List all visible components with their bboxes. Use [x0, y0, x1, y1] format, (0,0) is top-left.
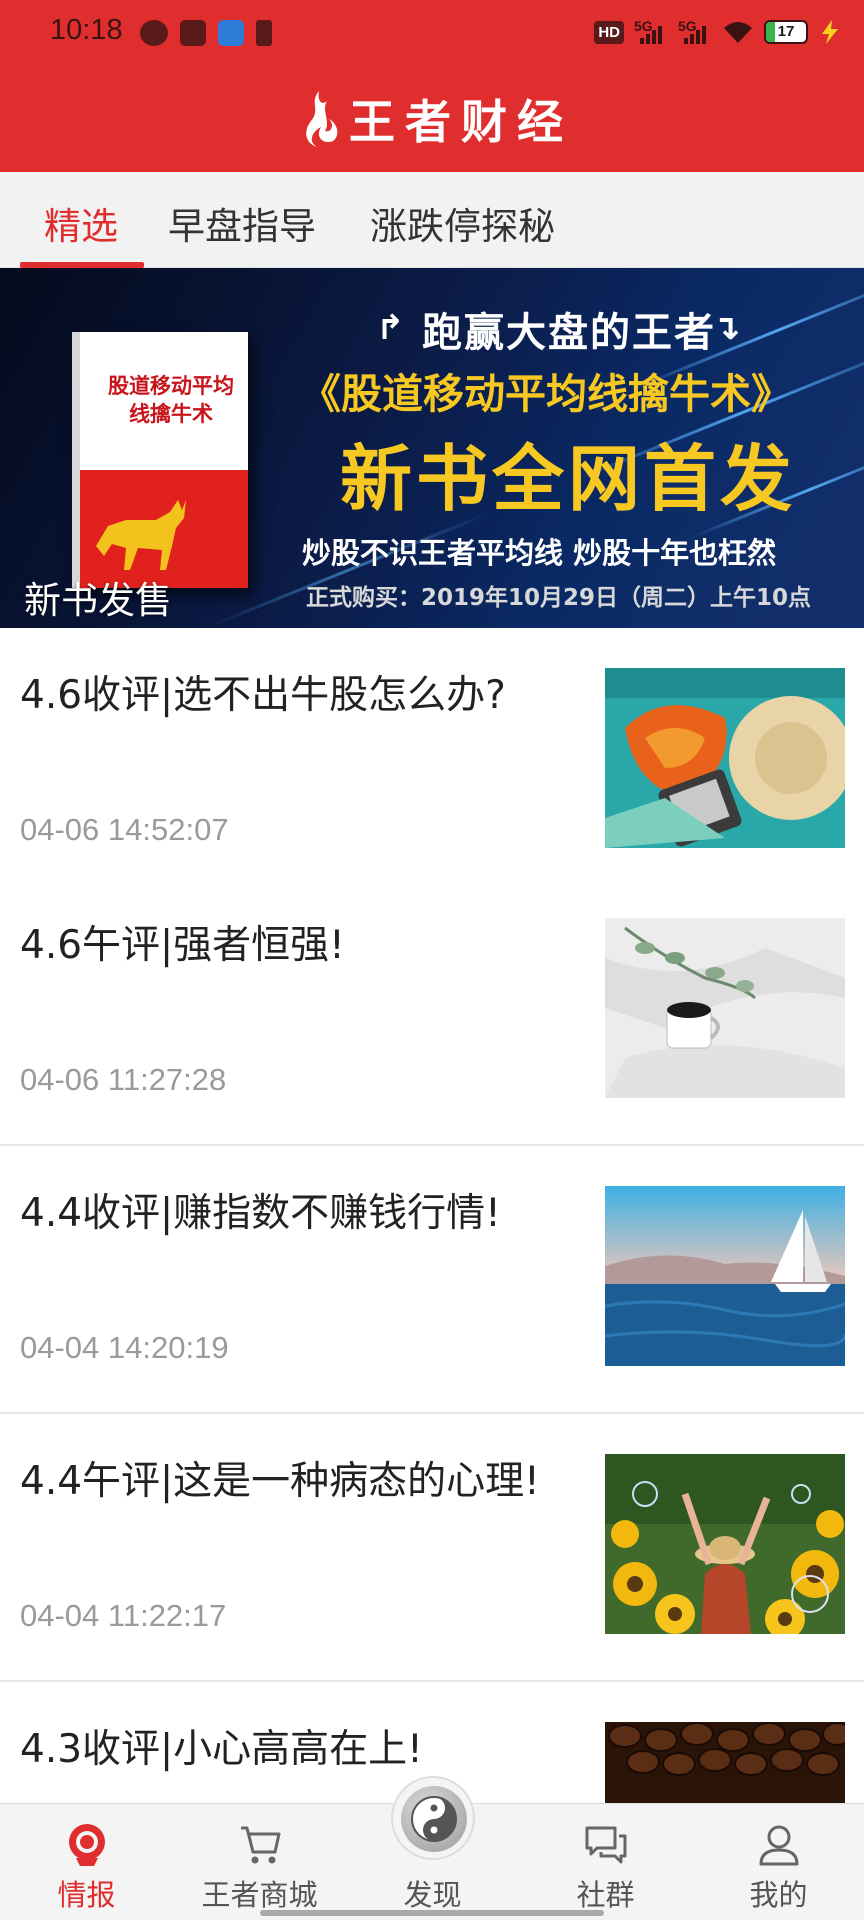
chat-icon — [585, 1826, 626, 1864]
nav-discover[interactable]: 发现 — [346, 1776, 519, 1920]
tab-featured[interactable]: 精选 — [44, 196, 118, 250]
wechat-icon — [140, 20, 168, 46]
battery-icon: 17 — [764, 20, 808, 44]
article-item[interactable]: 4.6收评|选不出牛股怎么办? 04-06 14:52:07 — [0, 628, 864, 896]
article-time: 04-06 14:52:07 — [20, 812, 229, 847]
nav-profile[interactable]: 我的 — [692, 1804, 864, 1920]
cart-icon — [240, 1826, 280, 1864]
article-time: 04-04 14:20:19 — [20, 1330, 229, 1365]
article-title: 4.6午评|强者恒强! — [20, 923, 345, 968]
bracket-left-icon: ↱ — [376, 308, 405, 348]
news-icon — [68, 1824, 105, 1866]
discover-button[interactable] — [390, 1776, 475, 1860]
article-title: 4.4午评|这是一种病态的心理! — [20, 1459, 540, 1504]
article-item[interactable]: 4.4午评|这是一种病态的心理! 04-04 11:22:17 — [0, 1414, 864, 1682]
banner-main-slogan: 新书全网首发 — [340, 437, 797, 521]
article-item[interactable]: 4.4收评|赚指数不赚钱行情! 04-04 14:20:19 — [0, 1146, 864, 1414]
beach-items-photo — [605, 668, 845, 848]
nav-label: 发现 — [403, 1878, 462, 1912]
bluetooth-app-icon — [218, 20, 244, 46]
category-tabs: 精选 早盘指导 涨跌停探秘 — [0, 172, 864, 268]
banner-headline: 跑赢大盘的王者 — [422, 310, 716, 356]
article-time: 04-04 11:22:17 — [20, 1598, 227, 1633]
article-title: 4.3收评|小心高高在上! — [20, 1727, 423, 1772]
yin-yang-icon — [410, 1796, 457, 1842]
app-notification-icon — [180, 20, 206, 46]
battery-level: 17 — [777, 23, 795, 40]
sailboat-sea-photo — [605, 1186, 845, 1366]
banner-sub-slogan: 炒股不识王者平均线 炒股十年也枉然 — [302, 536, 777, 570]
signal-icon-2: 5G — [678, 18, 712, 46]
bracket-right-icon: ↴ — [712, 308, 741, 348]
bottom-navigation: 情报 王者商城 发现 社群 我的 — [0, 1776, 864, 1920]
nav-news[interactable]: 情报 — [0, 1804, 173, 1920]
flame-logo-icon — [306, 91, 338, 147]
tab-limit-up-down[interactable]: 涨跌停探秘 — [370, 196, 555, 250]
app-name: 王者财经 — [349, 95, 573, 149]
notification-icons — [140, 20, 272, 46]
profile-icon — [759, 1825, 798, 1866]
article-title: 4.6收评|选不出牛股怎么办? — [20, 673, 506, 718]
tab-morning-guide[interactable]: 早盘指导 — [168, 196, 316, 250]
article-time: 04-06 11:27:28 — [20, 1062, 227, 1097]
brand: 王者财经 — [0, 86, 864, 152]
book-cover-image: 股道移动平均线擒牛术 — [72, 332, 248, 588]
nav-mall[interactable]: 王者商城 — [173, 1804, 346, 1920]
nav-label: 我的 — [749, 1878, 808, 1912]
nav-label: 情报 — [57, 1878, 116, 1912]
nav-label: 社群 — [576, 1878, 635, 1912]
hd-voice-icon: HD — [594, 20, 624, 44]
bull-icon — [96, 500, 186, 570]
promo-banner[interactable]: 股道移动平均线擒牛术 ↱ 跑赢大盘的王者 ↴ 《股道移动平均线擒牛术》 新书全网… — [0, 268, 864, 628]
article-title: 4.4收评|赚指数不赚钱行情! — [20, 1191, 501, 1236]
sunflower-field-photo — [605, 1454, 845, 1634]
system-indicators: HD 5G 5G 17 — [594, 18, 842, 46]
status-bar: 10:18 HD 5G 5G 17 — [0, 0, 864, 70]
charging-icon — [822, 20, 838, 44]
article-item[interactable]: 4.6午评|强者恒强! 04-06 11:27:28 — [0, 878, 864, 1146]
wifi-icon — [724, 22, 752, 43]
banner-book-title: 《股道移动平均线擒牛术》 — [300, 370, 792, 418]
nav-label: 王者商城 — [201, 1878, 318, 1912]
battery-saver-icon — [256, 20, 272, 46]
app-header: 10:18 HD 5G 5G 17 王者财经 — [0, 0, 864, 172]
book-cover-title: 股道移动平均线擒牛术 — [108, 374, 234, 426]
coffee-on-sheets-photo — [605, 918, 845, 1098]
nav-community[interactable]: 社群 — [519, 1804, 692, 1920]
banner-caption: 新书发售 — [24, 579, 172, 622]
signal-icon: 5G — [634, 18, 668, 46]
banner-purchase-info: 正式购买：2019年10月29日（周二）上午10点 — [306, 585, 812, 611]
home-indicator[interactable] — [260, 1910, 604, 1916]
status-time: 10:18 — [50, 14, 123, 46]
